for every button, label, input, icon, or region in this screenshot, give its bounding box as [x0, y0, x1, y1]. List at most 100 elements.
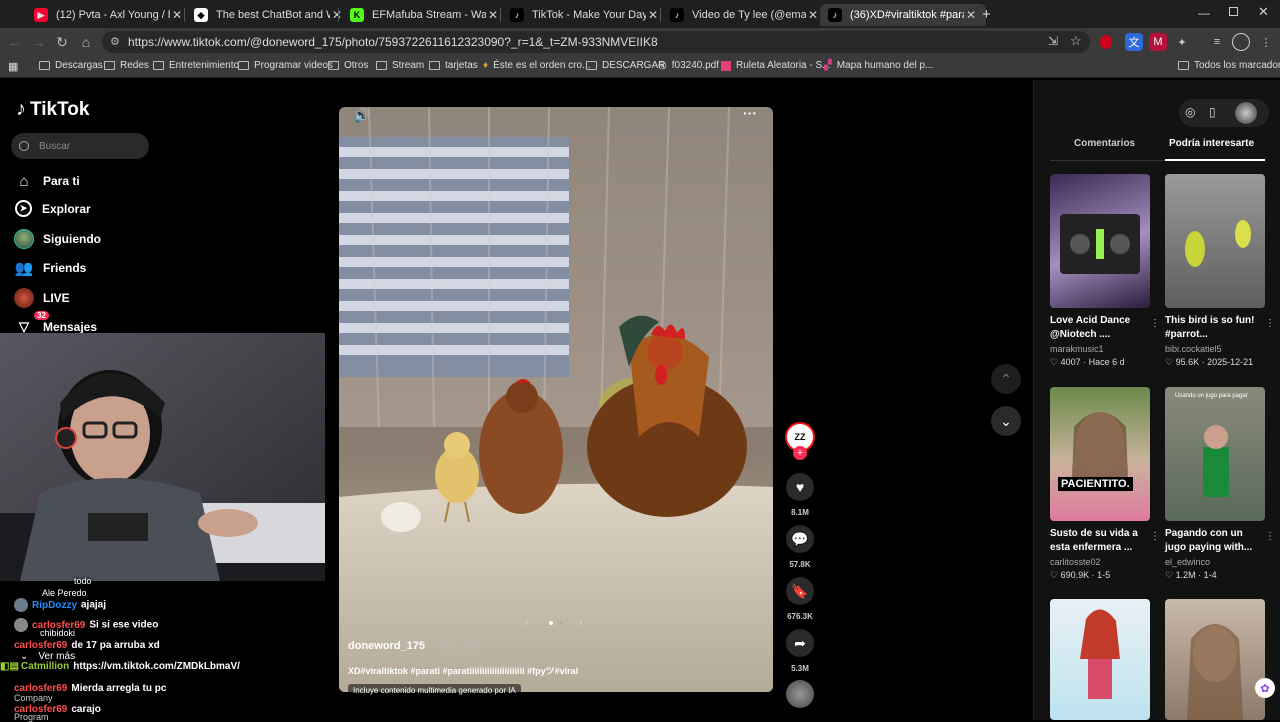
card-username[interactable]: carlitosste02 [1050, 557, 1150, 567]
nav-siguiendo[interactable]: Siguiendo [14, 229, 101, 249]
tab-comentarios[interactable]: Comentarios [1074, 138, 1135, 149]
card-title[interactable]: Susto de su vida a esta enfermera ... [1050, 527, 1142, 555]
more-icon[interactable]: ⋮ [1265, 318, 1275, 329]
url-field[interactable]: ⚙ https://www.tiktok.com/@doneword_175/p… [102, 31, 1090, 53]
avatar[interactable] [1235, 102, 1257, 124]
more-icon[interactable]: ⋮ [1265, 531, 1275, 542]
video-thumbnail[interactable] [1050, 599, 1150, 720]
comments-count: 57.8K [789, 560, 811, 569]
video-card[interactable]: PACIENTITO. Susto de su vida a esta enfe… [1050, 387, 1160, 581]
extension-m-icon[interactable]: M [1149, 33, 1167, 51]
extension-red-icon[interactable] [1100, 35, 1112, 49]
video-card[interactable]: Usando un jugo para pagar Pagando con un… [1165, 387, 1275, 581]
video-player[interactable]: 🔊 ··· ‹ › [339, 107, 773, 692]
next-video-button[interactable]: ⌄ [991, 406, 1021, 436]
video-card[interactable] [1165, 599, 1265, 720]
like-button[interactable]: ♥ [786, 473, 814, 501]
browser-tab-active[interactable]: ♪ (36)XD#viraltiktok #parati #par ✕ [820, 4, 986, 26]
music-disc-icon[interactable] [786, 680, 814, 708]
share-button[interactable]: ➦ [786, 629, 814, 657]
nav-para-ti[interactable]: ⌂ Para ti [14, 171, 79, 191]
compass-icon[interactable]: ◎ [1185, 105, 1195, 119]
card-title[interactable]: This bird is so fun! #parrot... [1165, 314, 1257, 342]
next-photo-icon[interactable]: › [579, 617, 582, 628]
browser-tab[interactable]: ◆ The best ChatBot and Widgets ✕ [186, 4, 352, 26]
card-title[interactable]: Pagando con un jugo paying with... [1165, 527, 1257, 555]
video-thumbnail[interactable]: Usando un jugo para pagar [1165, 387, 1265, 521]
card-username[interactable]: bibi.cockatiel5 [1165, 344, 1265, 354]
video-thumbnail[interactable]: PACIENTITO. [1050, 387, 1150, 521]
close-window-icon[interactable]: ✕ [1258, 4, 1269, 20]
bookmark-link[interactable]: Ruleta Aleatoria - S... [721, 60, 831, 71]
reload-icon[interactable]: ↻ [53, 33, 71, 51]
browser-tab[interactable]: ♪ Video de Ty lee (@ema_bb0) re ✕ [662, 4, 828, 26]
bookmark-folder[interactable]: Descargas [39, 60, 103, 71]
maximize-icon[interactable] [1229, 7, 1238, 16]
profile-icon[interactable] [1232, 33, 1250, 51]
bookmark-star-icon[interactable]: ☆ [1070, 33, 1082, 49]
video-card[interactable]: Love Acid Dance @Niotech .... marakmusic… [1050, 174, 1160, 368]
mobile-icon[interactable]: ▯ [1209, 105, 1216, 119]
more-options-icon[interactable]: ··· [743, 107, 757, 121]
bookmark-link[interactable]: ▞ Mapa humano del p... [824, 60, 933, 71]
volume-icon[interactable]: 🔊 [353, 107, 370, 124]
close-icon[interactable]: ✕ [964, 8, 978, 22]
close-icon[interactable]: ✕ [806, 8, 820, 22]
minimize-icon[interactable]: — [1198, 6, 1210, 20]
bookmark-folder[interactable]: tarjetas [429, 60, 478, 71]
author-name[interactable]: doneword_175 [348, 640, 425, 652]
apps-grid-icon[interactable]: ▦ [8, 60, 18, 73]
home-icon[interactable]: ⌂ [77, 33, 95, 51]
video-author[interactable]: doneword_175 · Hace 3 d [348, 640, 479, 652]
video-thumbnail[interactable] [1165, 174, 1265, 308]
bookmark-folder[interactable]: DESCARGAR [586, 60, 665, 71]
search-input[interactable]: Buscar [11, 133, 149, 159]
media-queue-icon[interactable]: ≡ [1208, 33, 1226, 51]
save-button[interactable]: 🔖 [786, 577, 814, 605]
browser-tab[interactable]: ▶ (12) Pvta - Axl Young / beat by ✕ [26, 4, 192, 26]
card-username[interactable]: el_edwinco [1165, 557, 1265, 567]
carousel-dot-active[interactable] [549, 621, 553, 625]
video-card[interactable] [1050, 599, 1150, 720]
follow-plus-icon[interactable]: + [793, 446, 807, 460]
bookmark-folder[interactable]: Stream [376, 60, 424, 71]
carousel-dot[interactable] [559, 621, 563, 625]
more-icon[interactable]: ⋮ [1150, 318, 1160, 329]
nav-live[interactable]: LIVE [14, 288, 70, 308]
tiktok-logo[interactable]: ♪ TikTok [16, 98, 89, 121]
bookmark-folder[interactable]: Otros [328, 60, 368, 71]
card-username[interactable]: marakmusic1 [1050, 344, 1150, 354]
video-thumbnail[interactable] [1050, 174, 1150, 308]
video-thumbnail[interactable] [1165, 599, 1265, 720]
close-icon[interactable]: ✕ [486, 8, 500, 22]
previous-video-button[interactable]: ⌃ [991, 364, 1021, 394]
more-icon[interactable]: ⋮ [1150, 531, 1160, 542]
video-caption[interactable]: XD#viraltiktok #parati #paratiiiiiiiiiii… [348, 664, 578, 677]
comment-button[interactable]: 💬 [786, 525, 814, 553]
translate-icon[interactable]: 文 [1125, 33, 1143, 51]
back-icon[interactable]: ← [6, 33, 24, 51]
browser-tab[interactable]: K EFMafuba Stream - Watch Live ✕ [342, 4, 508, 26]
bookmark-folder[interactable]: Redes [104, 60, 149, 71]
bookmark-link[interactable]: ◎ f03240.pdf [658, 60, 719, 71]
prev-photo-icon[interactable]: ‹ [525, 617, 528, 628]
install-icon[interactable]: ⇲ [1048, 34, 1058, 48]
close-icon[interactable]: ✕ [170, 8, 184, 22]
bookmark-link[interactable]: ♦ Éste es el orden cro... [483, 60, 590, 71]
nav-friends[interactable]: 👥 Friends [14, 258, 87, 278]
floating-widget-icon[interactable]: ✿ [1255, 678, 1275, 698]
browser-tab[interactable]: ♪ TikTok - Make Your Day ✕ [502, 4, 668, 26]
tab-podria-interesarte[interactable]: Podría interesarte [1169, 138, 1254, 149]
site-info-icon[interactable]: ⚙ [110, 35, 120, 48]
all-bookmarks[interactable]: Todos los marcadores [1178, 60, 1280, 71]
close-icon[interactable]: ✕ [646, 8, 660, 22]
new-tab-icon[interactable]: + [982, 6, 991, 23]
card-title[interactable]: Love Acid Dance @Niotech .... [1050, 314, 1142, 342]
extensions-puzzle-icon[interactable]: ✦ [1173, 33, 1191, 51]
nav-explorar[interactable]: ➤ Explorar [14, 200, 91, 217]
menu-dots-icon[interactable]: ⋮ [1257, 33, 1275, 51]
video-card[interactable]: This bird is so fun! #parrot... bibi.coc… [1165, 174, 1275, 368]
forward-icon[interactable]: → [30, 33, 48, 51]
bookmark-folder[interactable]: Entretenimiento [153, 60, 239, 71]
bookmark-folder[interactable]: Programar videos [238, 60, 333, 71]
